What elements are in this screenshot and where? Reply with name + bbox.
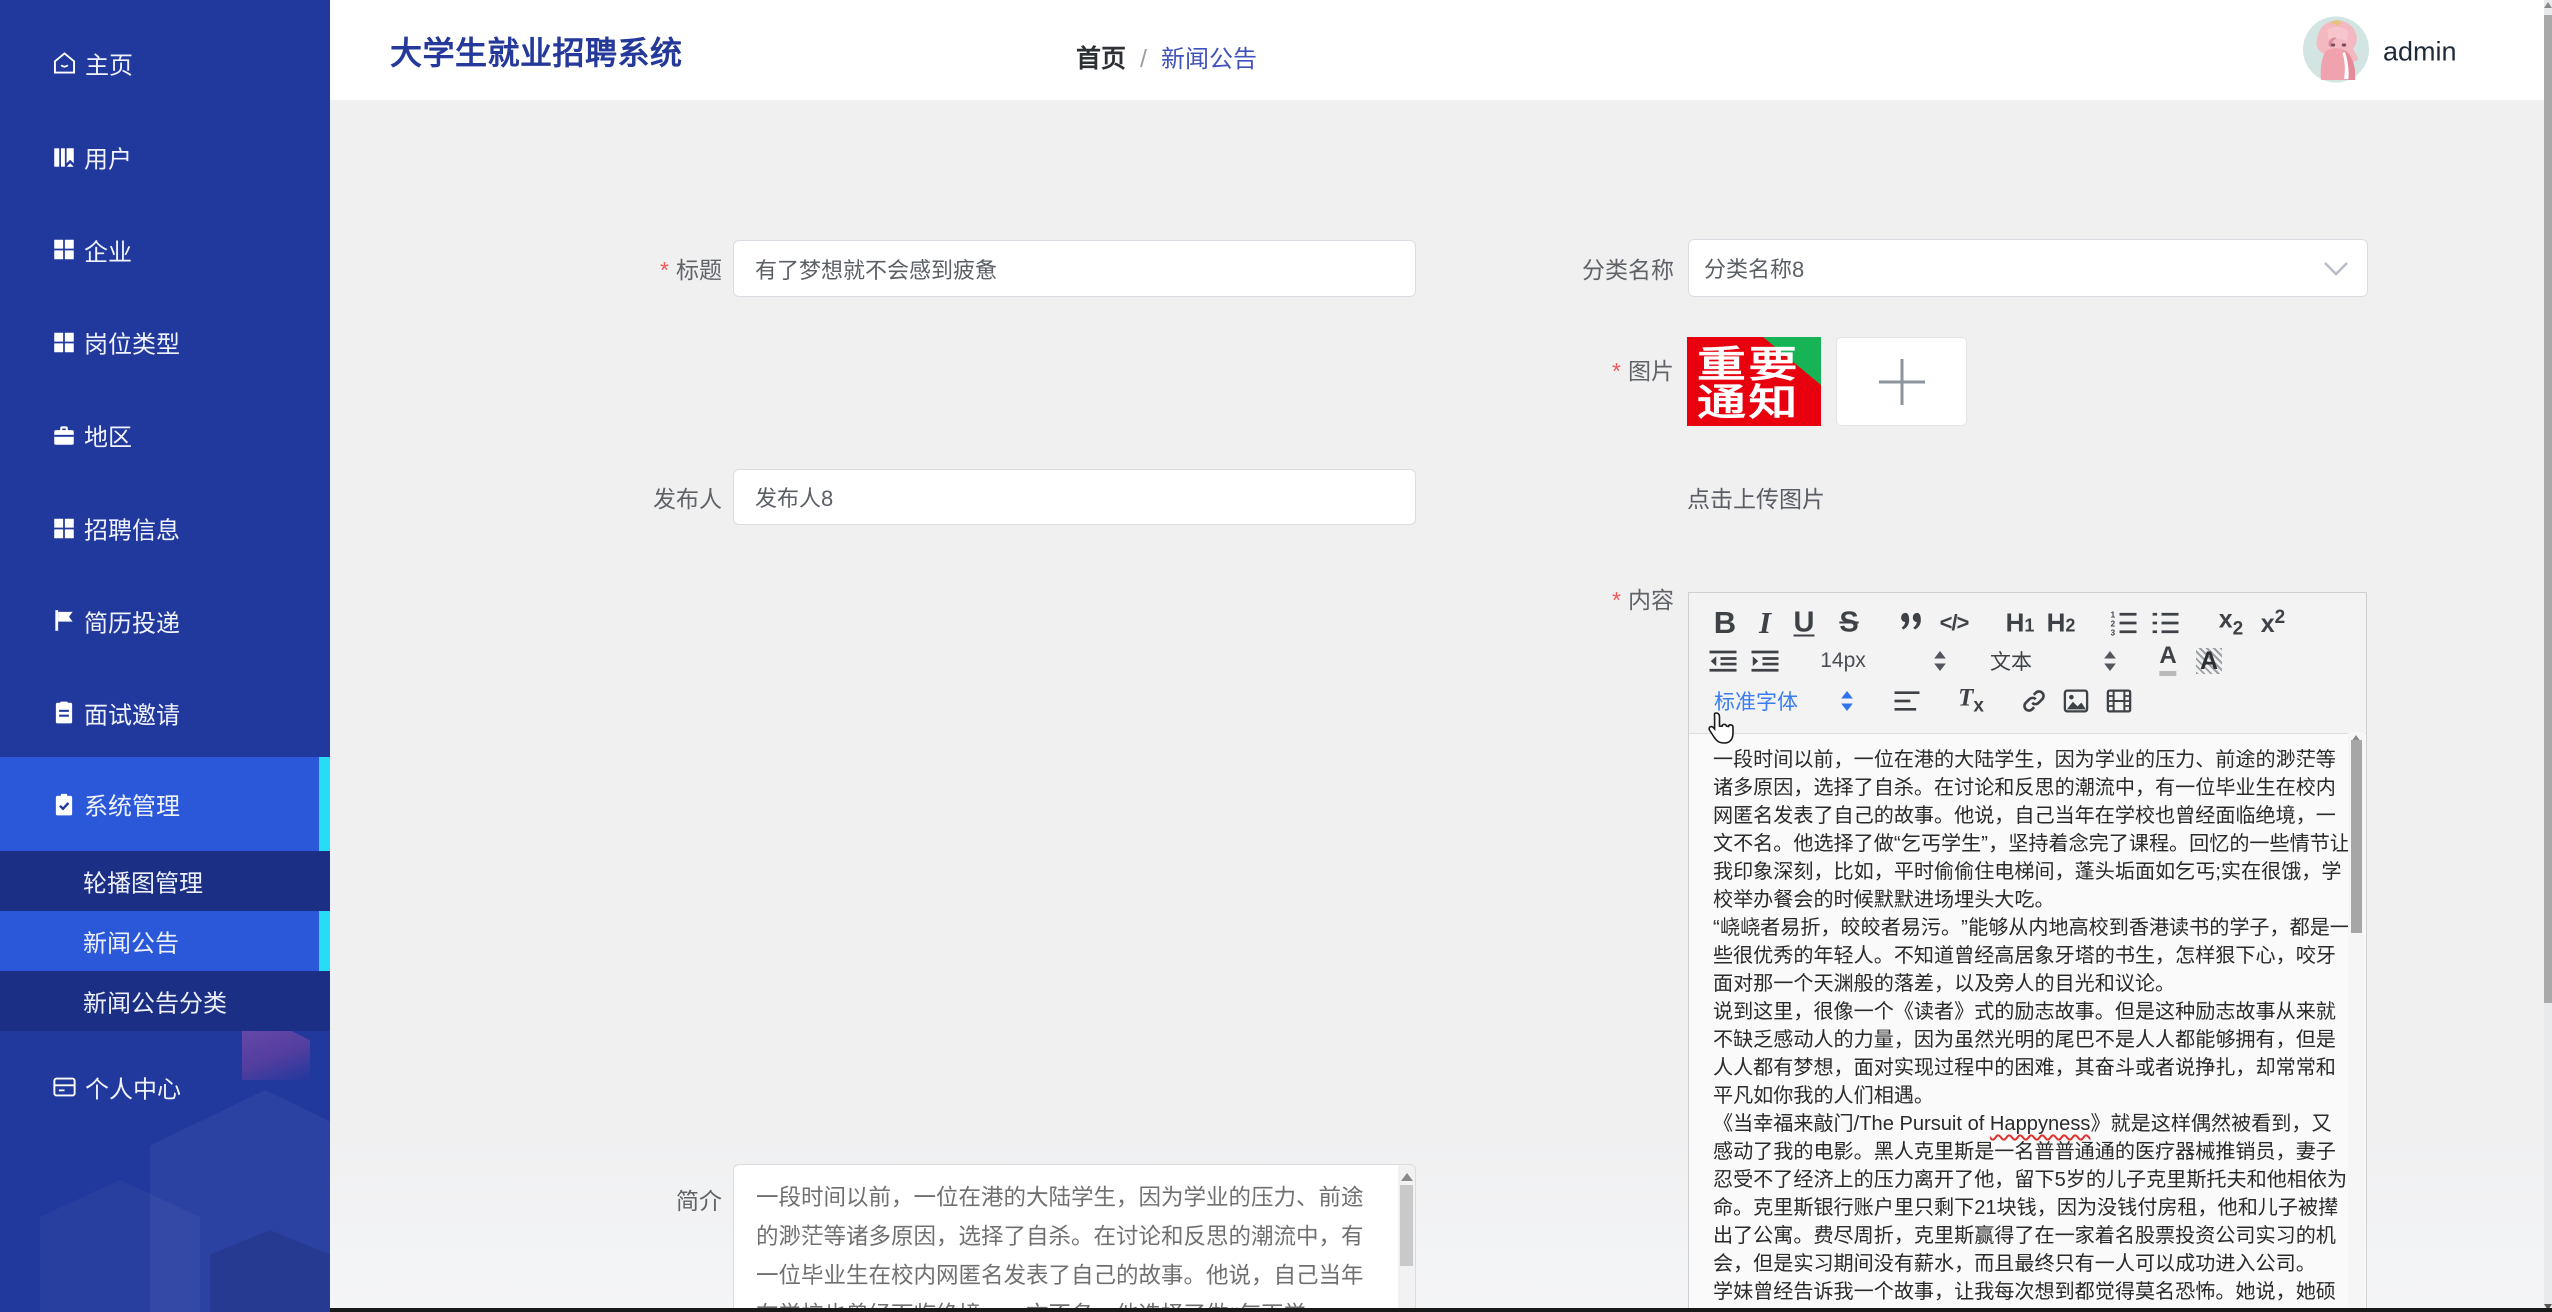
svg-text:2: 2 [2111, 620, 2116, 629]
svg-text:1: 1 [2111, 611, 2116, 620]
svg-text:3: 3 [2111, 629, 2116, 636]
